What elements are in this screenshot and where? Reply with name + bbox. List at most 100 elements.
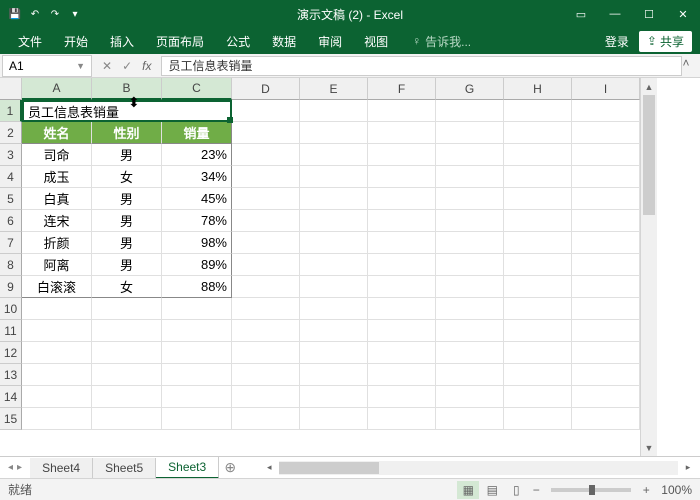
tab-view[interactable]: 视图 (354, 29, 398, 54)
nav-prev-icon[interactable]: ◂ (8, 462, 13, 473)
cell[interactable] (368, 364, 436, 386)
zoom-thumb[interactable] (589, 485, 595, 495)
cell[interactable] (504, 386, 572, 408)
cell[interactable] (300, 408, 368, 430)
vertical-scrollbar[interactable]: ▲ ▼ (640, 78, 657, 456)
cell[interactable] (300, 100, 368, 122)
sheet-tab-sheet4[interactable]: Sheet4 (30, 458, 93, 478)
cell[interactable] (436, 166, 504, 188)
cell[interactable] (368, 298, 436, 320)
sheet-tab-sheet3[interactable]: Sheet3 (156, 457, 219, 479)
cell[interactable] (300, 254, 368, 276)
merged-title-cell[interactable]: 员工信息表销量 (22, 100, 232, 122)
cell[interactable] (162, 320, 232, 342)
cell[interactable] (368, 122, 436, 144)
row-header[interactable]: 10 (0, 298, 22, 320)
cell[interactable] (572, 386, 640, 408)
cell[interactable] (436, 144, 504, 166)
cell[interactable] (232, 364, 300, 386)
cell[interactable] (368, 188, 436, 210)
cell[interactable] (572, 100, 640, 122)
cell[interactable] (368, 320, 436, 342)
data-cell[interactable]: 45% (162, 188, 232, 210)
cell[interactable] (368, 166, 436, 188)
cell[interactable] (300, 122, 368, 144)
cell[interactable] (162, 298, 232, 320)
data-cell[interactable]: 白真 (22, 188, 92, 210)
name-box-input[interactable] (9, 59, 69, 73)
cell[interactable] (232, 342, 300, 364)
cell[interactable] (436, 232, 504, 254)
cell[interactable] (436, 254, 504, 276)
row-header[interactable]: 2 (0, 122, 22, 144)
sheet-tab-sheet5[interactable]: Sheet5 (93, 458, 156, 478)
data-cell[interactable]: 23% (162, 144, 232, 166)
maximize-icon[interactable]: ☐ (632, 0, 666, 28)
tab-file[interactable]: 文件 (8, 29, 52, 54)
cell[interactable] (436, 364, 504, 386)
cell[interactable] (368, 232, 436, 254)
cell[interactable] (504, 342, 572, 364)
cell[interactable] (368, 210, 436, 232)
close-icon[interactable]: ✕ (666, 0, 700, 28)
tab-review[interactable]: 审阅 (308, 29, 352, 54)
cell[interactable] (504, 100, 572, 122)
cell[interactable] (300, 298, 368, 320)
data-cell[interactable]: 司命 (22, 144, 92, 166)
grid[interactable]: ⬍ ABCDEFGHI1员工信息表销量2姓名性别销量3司命男23%4成玉女34%… (0, 78, 640, 456)
cell[interactable] (436, 298, 504, 320)
tab-formula[interactable]: 公式 (216, 29, 260, 54)
cell[interactable] (300, 166, 368, 188)
cell[interactable] (300, 144, 368, 166)
cancel-icon[interactable]: ✕ (102, 59, 112, 73)
cell[interactable] (300, 320, 368, 342)
row-header[interactable]: 13 (0, 364, 22, 386)
ribbon-options-icon[interactable]: ▭ (564, 0, 598, 28)
cell[interactable] (232, 298, 300, 320)
scroll-right-icon[interactable]: ▸ (680, 462, 696, 473)
data-cell[interactable]: 男 (92, 210, 162, 232)
cell[interactable] (436, 100, 504, 122)
page-break-icon[interactable]: ▯ (505, 481, 527, 499)
col-header[interactable]: E (300, 78, 368, 100)
cell[interactable] (232, 232, 300, 254)
row-header[interactable]: 15 (0, 408, 22, 430)
cell[interactable] (300, 210, 368, 232)
cell[interactable] (22, 364, 92, 386)
col-header[interactable]: A (22, 78, 92, 100)
data-cell[interactable]: 34% (162, 166, 232, 188)
row-header[interactable]: 4 (0, 166, 22, 188)
cell[interactable] (300, 276, 368, 298)
cell[interactable] (504, 210, 572, 232)
cell[interactable] (232, 144, 300, 166)
row-header[interactable]: 11 (0, 320, 22, 342)
zoom-in-icon[interactable]: + (639, 483, 653, 497)
data-cell[interactable]: 成玉 (22, 166, 92, 188)
data-cell[interactable]: 折颜 (22, 232, 92, 254)
data-cell[interactable]: 连宋 (22, 210, 92, 232)
scroll-down-icon[interactable]: ▼ (641, 439, 657, 456)
cell[interactable] (92, 408, 162, 430)
data-cell[interactable]: 88% (162, 276, 232, 298)
cell[interactable] (232, 122, 300, 144)
cell[interactable] (436, 408, 504, 430)
cell[interactable] (162, 364, 232, 386)
login-link[interactable]: 登录 (605, 33, 629, 50)
cell[interactable] (572, 188, 640, 210)
header-gender[interactable]: 性别 (92, 122, 162, 144)
data-cell[interactable]: 女 (92, 166, 162, 188)
data-cell[interactable]: 男 (92, 144, 162, 166)
cell[interactable] (232, 188, 300, 210)
cell[interactable] (368, 342, 436, 364)
cell[interactable] (300, 386, 368, 408)
cell[interactable] (162, 386, 232, 408)
tab-layout[interactable]: 页面布局 (146, 29, 214, 54)
zoom-out-icon[interactable]: − (529, 483, 543, 497)
cell[interactable] (572, 298, 640, 320)
scroll-up-icon[interactable]: ▲ (641, 78, 657, 95)
cell[interactable] (572, 144, 640, 166)
row-header[interactable]: 9 (0, 276, 22, 298)
cell[interactable] (572, 254, 640, 276)
col-header[interactable]: F (368, 78, 436, 100)
qat-dropdown-icon[interactable]: ▾ (68, 7, 82, 21)
